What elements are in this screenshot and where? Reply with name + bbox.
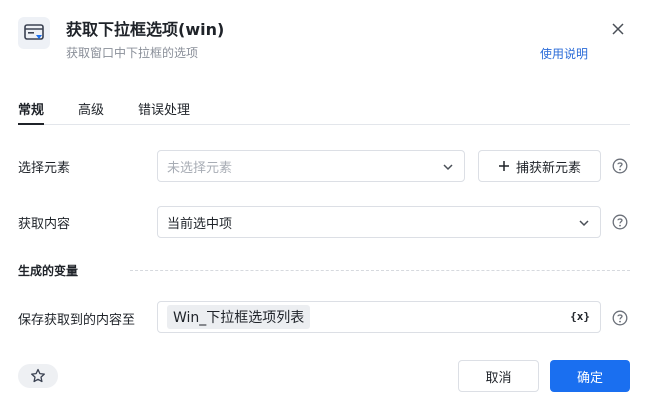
chevron-down-icon: [579, 220, 589, 227]
element-select-placeholder: 未选择元素: [167, 160, 233, 176]
select-element-label: 选择元素: [18, 161, 71, 176]
variable-chip: Win_下拉框选项列表: [167, 305, 311, 329]
close-icon: [612, 23, 624, 35]
capture-element-button[interactable]: 捕获新元素: [478, 150, 601, 182]
tab-error-handling[interactable]: 错误处理: [138, 99, 190, 124]
output-variable-label: 保存获取到的内容至: [18, 313, 136, 328]
content-label: 获取内容: [18, 217, 71, 232]
help-link[interactable]: 使用说明: [540, 45, 588, 62]
help-icon[interactable]: [612, 310, 628, 326]
star-icon: [31, 368, 45, 383]
tab-bar: 常规 高级 错误处理: [18, 99, 630, 125]
dialog-title: 获取下拉框选项(win): [66, 20, 225, 39]
capture-element-label: 捕获新元素: [515, 160, 581, 176]
tab-general[interactable]: 常规: [18, 99, 45, 125]
close-button[interactable]: [608, 19, 628, 39]
cancel-button[interactable]: 取消: [458, 360, 539, 392]
favorite-button[interactable]: [18, 364, 58, 388]
dropdown-window-icon: [18, 17, 50, 49]
element-select[interactable]: 未选择元素: [157, 150, 465, 182]
chevron-down-icon: [443, 164, 453, 171]
variable-insert-icon[interactable]: {x}: [570, 310, 590, 323]
dialog-subtitle: 获取窗口中下拉框的选项: [66, 46, 199, 60]
confirm-button[interactable]: 确定: [550, 360, 630, 392]
section-divider: [130, 270, 630, 271]
help-icon[interactable]: [612, 158, 628, 174]
plus-icon: [498, 161, 509, 171]
help-icon[interactable]: [612, 214, 628, 230]
tab-advanced[interactable]: 高级: [78, 99, 104, 124]
output-variable-field[interactable]: Win_下拉框选项列表 {x}: [157, 301, 601, 333]
content-select-value: 当前选中项: [167, 216, 233, 232]
content-select[interactable]: 当前选中项: [157, 206, 601, 238]
generated-variables-title: 生成的变量: [18, 264, 79, 278]
